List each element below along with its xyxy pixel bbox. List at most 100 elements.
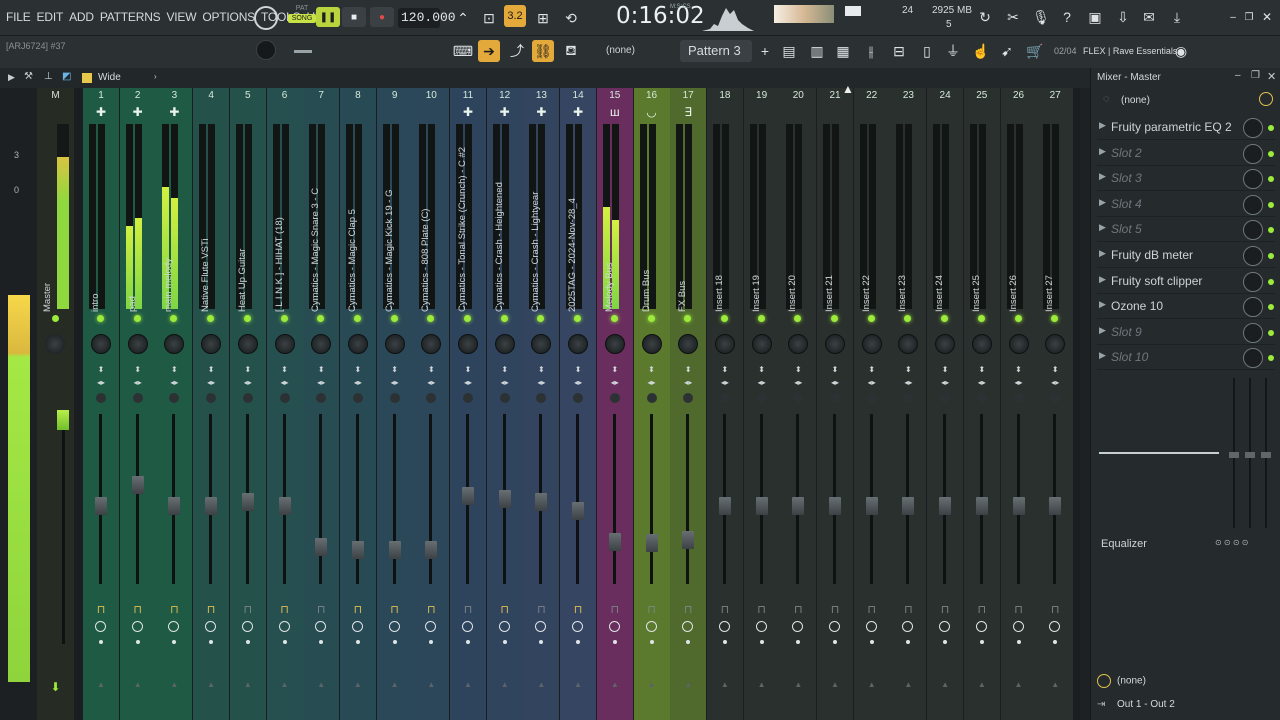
strip-swap-arrows[interactable]: ⬍ ◂▸ — [817, 363, 853, 389]
strip-swap-arrows[interactable]: ⬍ ◂▸ — [156, 363, 192, 389]
strip-fx-icon[interactable]: ⊓ — [817, 603, 853, 616]
strip-enable-led[interactable] — [170, 315, 178, 322]
mixer-strip-1[interactable]: 1 ✚ intro ⬍ ◂▸ ⊓ ▲ — [83, 88, 119, 720]
strip-stereo-knob[interactable] — [536, 393, 547, 403]
strip-enable-led[interactable] — [317, 315, 325, 322]
strip-fx-icon[interactable]: ⊓ — [340, 603, 376, 616]
strip-phase-icon[interactable] — [829, 621, 840, 632]
panel-minimize-icon[interactable]: – — [1235, 70, 1241, 81]
strip-fx-icon[interactable]: ⊓ — [670, 603, 706, 616]
strip-send-dot[interactable] — [1016, 640, 1021, 644]
chat-icon[interactable]: ✉ — [1138, 6, 1160, 28]
strip-volume-fader[interactable] — [939, 496, 952, 515]
effect-slot-10[interactable]: ▶ Slot 10 — [1097, 346, 1275, 371]
mic-icon[interactable]: 🎙 — [1030, 6, 1052, 28]
strip-route-arrow-icon[interactable]: ▲ — [560, 680, 596, 689]
slot-mix-knob[interactable] — [1243, 118, 1263, 138]
stop-button[interactable]: ■ — [342, 7, 366, 27]
strip-route-arrow-icon[interactable]: ▲ — [817, 680, 853, 689]
mixer-tool-icon-3[interactable]: ◩ — [62, 71, 71, 82]
news-icon[interactable]: ◉ — [1170, 40, 1192, 62]
strip-route-arrow-icon[interactable]: ▲ — [413, 680, 449, 689]
strip-volume-fader[interactable] — [572, 501, 585, 520]
strip-stereo-knob[interactable] — [866, 393, 877, 403]
slot-mix-knob[interactable] — [1243, 220, 1263, 241]
strip-enable-led[interactable] — [390, 315, 398, 322]
slot-name[interactable]: Fruity soft clipper — [1111, 274, 1202, 288]
strip-phase-icon[interactable] — [278, 621, 290, 632]
strip-stereo-knob[interactable] — [719, 393, 730, 403]
strip-volume-fader[interactable] — [755, 496, 768, 515]
output-none-row[interactable]: (none) — [1097, 674, 1146, 688]
effect-slot-6[interactable]: ▶ Fruity dB meter — [1097, 244, 1275, 268]
metronome-icon[interactable]: ⌃ — [452, 7, 474, 29]
strip-phase-icon[interactable] — [425, 621, 437, 632]
strip-route-arrow-icon[interactable]: ▲ — [230, 680, 266, 689]
strip-stereo-knob[interactable] — [1050, 393, 1061, 403]
strip-stereo-knob[interactable] — [683, 393, 694, 403]
strip-fx-icon[interactable]: ⊓ — [634, 603, 670, 616]
strip-fx-icon[interactable]: ⊓ — [83, 603, 119, 616]
strip-volume-fader[interactable] — [792, 496, 805, 515]
strip-stereo-knob[interactable] — [132, 393, 143, 403]
strip-route-arrow-icon[interactable]: ▲ — [964, 680, 1000, 689]
strip-fx-icon[interactable]: ⊓ — [780, 603, 816, 616]
view-label[interactable]: Wide — [98, 72, 121, 83]
strip-enable-led[interactable] — [941, 315, 949, 322]
strip-phase-icon[interactable] — [95, 621, 106, 632]
strip-fx-icon[interactable]: ⊓ — [523, 603, 559, 616]
strip-fx-icon[interactable]: ⊓ — [597, 603, 633, 616]
strip-enable-led[interactable] — [574, 315, 582, 322]
mixer-strip-3[interactable]: 3 ✚ main melody ⬍ ◂▸ ⊓ ▲ — [156, 88, 193, 720]
strip-stereo-knob[interactable] — [1013, 393, 1024, 403]
strip-stereo-knob[interactable] — [940, 393, 951, 403]
slot-arrow-icon[interactable]: ▶ — [1099, 171, 1106, 182]
strip-phase-icon[interactable] — [608, 621, 620, 632]
mixer-tool-icon-1[interactable]: ⚒ — [24, 71, 33, 82]
keyboard-icon[interactable]: ⌨ — [452, 40, 474, 62]
strip-send-dot[interactable] — [135, 640, 140, 644]
slot-arrow-icon[interactable]: ▶ — [1099, 299, 1106, 310]
mixer-strip-19[interactable]: 19 Insert 19 ⬍ ◂▸ ⊓ ▲ — [743, 88, 780, 720]
mixer-strip-9[interactable]: 9 Cymatics - Magic Kick 19 - G ⬍ ◂▸ ⊓ ▲ — [376, 88, 413, 720]
input-clock-icon[interactable] — [1259, 92, 1273, 106]
tempo-tap-icon[interactable]: ➹ — [996, 40, 1018, 62]
slot-name[interactable]: Slot 10 — [1111, 350, 1148, 364]
strip-enable-led[interactable] — [977, 315, 985, 322]
strip-fx-icon[interactable]: ⊓ — [267, 603, 303, 616]
strip-swap-arrows[interactable]: ⬍ ◂▸ — [120, 363, 156, 389]
strip-send-dot[interactable] — [392, 640, 397, 644]
strip-enable-led[interactable] — [904, 315, 912, 322]
slot-arrow-icon[interactable]: ▶ — [1099, 325, 1106, 336]
main-volume-slider[interactable] — [294, 50, 312, 53]
strip-send-dot[interactable] — [796, 640, 801, 644]
strip-pan-knob[interactable] — [91, 334, 111, 354]
strip-phase-icon[interactable] — [902, 621, 914, 632]
strip-stereo-knob[interactable] — [756, 393, 767, 403]
strip-pan-knob[interactable] — [384, 334, 405, 354]
mixer-strip-4[interactable]: 4 Native Flute VSTi ⬍ ◂▸ ⊓ ▲ — [193, 88, 230, 720]
strip-route-arrow-icon[interactable]: ▲ — [927, 680, 963, 689]
strip-send-dot[interactable] — [172, 640, 177, 644]
strip-phase-icon[interactable] — [939, 621, 951, 632]
strip-swap-arrows[interactable]: ⬍ ◂▸ — [267, 363, 303, 389]
strip-volume-fader[interactable] — [205, 496, 218, 515]
strip-volume-fader[interactable] — [608, 532, 621, 551]
mixer-strip-24[interactable]: 24 Insert 24 ⬍ ◂▸ ⊓ ▲ — [927, 88, 964, 720]
strip-enable-led[interactable] — [427, 315, 435, 322]
strip-send-dot[interactable] — [943, 640, 948, 644]
strip-pan-knob[interactable] — [898, 334, 919, 354]
strip-volume-fader[interactable] — [535, 493, 548, 512]
strip-fx-icon[interactable]: ⊓ — [413, 603, 449, 616]
strip-send-dot[interactable] — [1053, 640, 1058, 644]
strip-route-arrow-icon[interactable]: ▲ — [707, 680, 743, 689]
menu-options[interactable]: OPTIONS — [202, 10, 255, 24]
strip-swap-arrows[interactable]: ⬍ ◂▸ — [377, 363, 413, 389]
strip-send-dot[interactable] — [209, 640, 214, 644]
strip-enable-led[interactable] — [610, 315, 618, 322]
strip-phase-icon[interactable] — [498, 621, 510, 632]
strip-volume-fader[interactable] — [645, 534, 658, 553]
master-volume-knob[interactable] — [254, 6, 278, 30]
menu-edit[interactable]: EDIT — [37, 10, 64, 24]
view-arrow-icon[interactable]: › — [154, 72, 157, 81]
